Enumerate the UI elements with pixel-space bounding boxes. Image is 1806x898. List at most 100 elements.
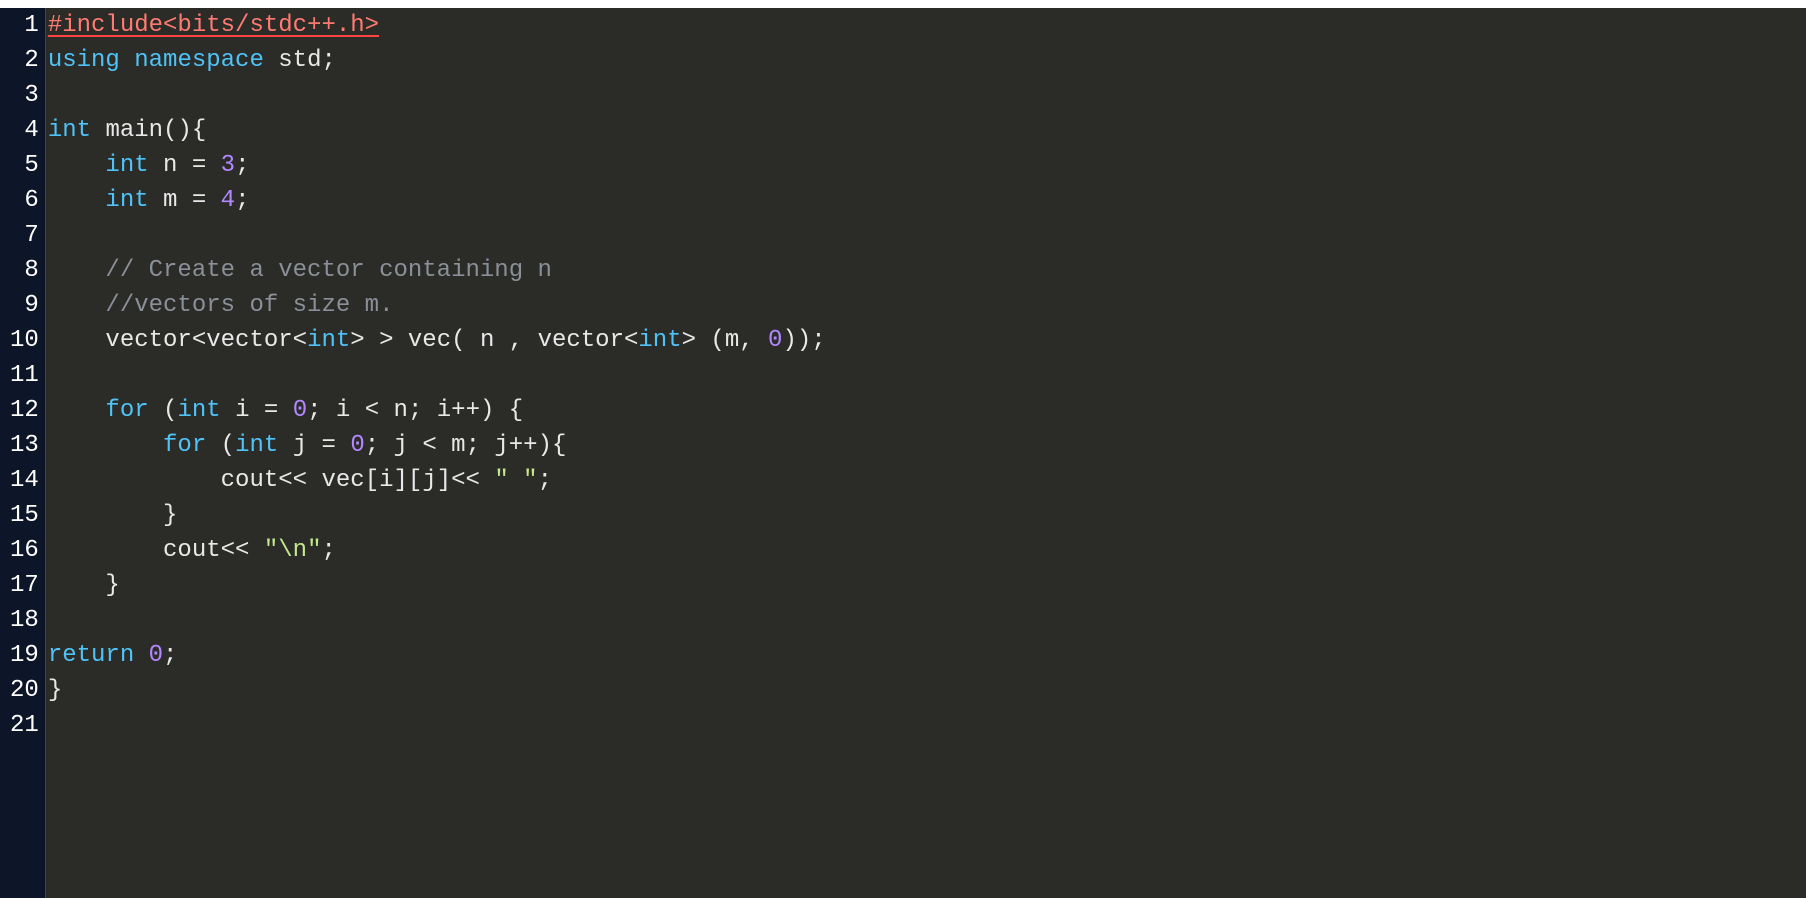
code-token: vec (321, 467, 364, 494)
code-token: > ( (682, 327, 725, 354)
code-token: } (48, 572, 120, 599)
code-line[interactable]: for (int j = 0; j < m; j++){ (46, 428, 1806, 463)
code-token: namespace (134, 47, 264, 74)
code-line[interactable]: } (46, 498, 1806, 533)
line-number: 12 (10, 393, 39, 428)
code-token: ] (437, 467, 451, 494)
code-token: j (422, 467, 436, 494)
code-token: std (278, 47, 321, 74)
code-token: < (192, 327, 206, 354)
code-token: vector (105, 327, 191, 354)
code-token: int (307, 327, 350, 354)
code-token: cout (221, 467, 279, 494)
line-number: 14 (10, 463, 39, 498)
code-line[interactable]: //vectors of size m. (46, 288, 1806, 323)
code-token: cout (163, 537, 221, 564)
code-token: 4 (221, 187, 235, 214)
code-token: m (451, 432, 465, 459)
code-line[interactable]: } (46, 673, 1806, 708)
line-number: 19 (10, 638, 39, 673)
code-token: < (293, 327, 307, 354)
code-token: )); (782, 327, 825, 354)
code-line[interactable]: #include<bits/stdc++.h> (46, 8, 1806, 43)
code-token: 0 (293, 397, 307, 424)
code-token: ; (321, 47, 335, 74)
code-token: ; (321, 537, 335, 564)
code-token: ++) { (451, 397, 523, 424)
code-token (149, 152, 163, 179)
code-token: = (177, 152, 220, 179)
code-token: ][ (394, 467, 423, 494)
code-token: << (278, 467, 321, 494)
code-token: #include<bits/stdc++.h> (48, 12, 379, 39)
code-line[interactable] (46, 708, 1806, 743)
code-line[interactable]: } (46, 568, 1806, 603)
code-token: int (105, 152, 148, 179)
code-token (264, 47, 278, 74)
code-token: 0 (768, 327, 782, 354)
code-token: i (235, 397, 249, 424)
code-token: for (105, 397, 148, 424)
code-token: << (221, 537, 264, 564)
line-number-gutter: 123456789101112131415161718192021 (0, 8, 45, 898)
code-line[interactable]: vector<vector<int> > vec( n , vector<int… (46, 323, 1806, 358)
code-token: [ (365, 467, 379, 494)
code-line[interactable]: int m = 4; (46, 183, 1806, 218)
code-token: ; (235, 152, 249, 179)
code-token: return (48, 642, 134, 669)
line-number: 10 (10, 323, 39, 358)
line-number: 15 (10, 498, 39, 533)
code-token (278, 432, 292, 459)
code-token: 0 (149, 642, 163, 669)
code-token: ; (307, 397, 336, 424)
code-line[interactable]: for (int i = 0; i < n; i++) { (46, 393, 1806, 428)
code-token: for (163, 432, 206, 459)
code-line[interactable]: int n = 3; (46, 148, 1806, 183)
code-token: i (437, 397, 451, 424)
code-line[interactable]: using namespace std; (46, 43, 1806, 78)
code-token: , (739, 327, 768, 354)
code-token: < (350, 397, 393, 424)
code-line[interactable]: return 0; (46, 638, 1806, 673)
code-token: 0 (350, 432, 364, 459)
code-token: } (48, 502, 178, 529)
code-editor[interactable]: 123456789101112131415161718192021 #inclu… (0, 8, 1806, 898)
code-token (48, 327, 106, 354)
code-token: //vectors of size m. (105, 292, 393, 319)
line-number: 20 (10, 673, 39, 708)
code-text-area[interactable]: #include<bits/stdc++.h> using namespace s… (45, 8, 1806, 898)
code-token: (){ (163, 117, 206, 144)
code-token (48, 152, 106, 179)
code-token (134, 642, 148, 669)
code-line[interactable] (46, 78, 1806, 113)
code-token: , (494, 327, 537, 354)
code-line[interactable]: cout<< vec[i][j]<< " "; (46, 463, 1806, 498)
line-number: 7 (10, 218, 39, 253)
code-token: int (235, 432, 278, 459)
code-token: vector (538, 327, 624, 354)
window-top-bar (0, 0, 1806, 8)
line-number: 8 (10, 253, 39, 288)
code-token: < (408, 432, 451, 459)
code-token: "\n" (264, 537, 322, 564)
code-line[interactable]: int main(){ (46, 113, 1806, 148)
code-token: i (336, 397, 350, 424)
code-line[interactable] (46, 218, 1806, 253)
code-token (120, 47, 134, 74)
code-token (48, 537, 163, 564)
code-line[interactable] (46, 358, 1806, 393)
code-token: ( (149, 397, 178, 424)
code-token: // Create a vector containing n (105, 257, 551, 284)
code-token: ++){ (509, 432, 567, 459)
code-line[interactable]: cout<< "\n"; (46, 533, 1806, 568)
code-token: using (48, 47, 120, 74)
code-token: int (638, 327, 681, 354)
code-token: main (105, 117, 163, 144)
code-line[interactable] (46, 603, 1806, 638)
code-line[interactable]: // Create a vector containing n (46, 253, 1806, 288)
code-token (221, 397, 235, 424)
code-token (48, 257, 106, 284)
line-number: 2 (10, 43, 39, 78)
code-token: int (105, 187, 148, 214)
code-token: ; (163, 642, 177, 669)
